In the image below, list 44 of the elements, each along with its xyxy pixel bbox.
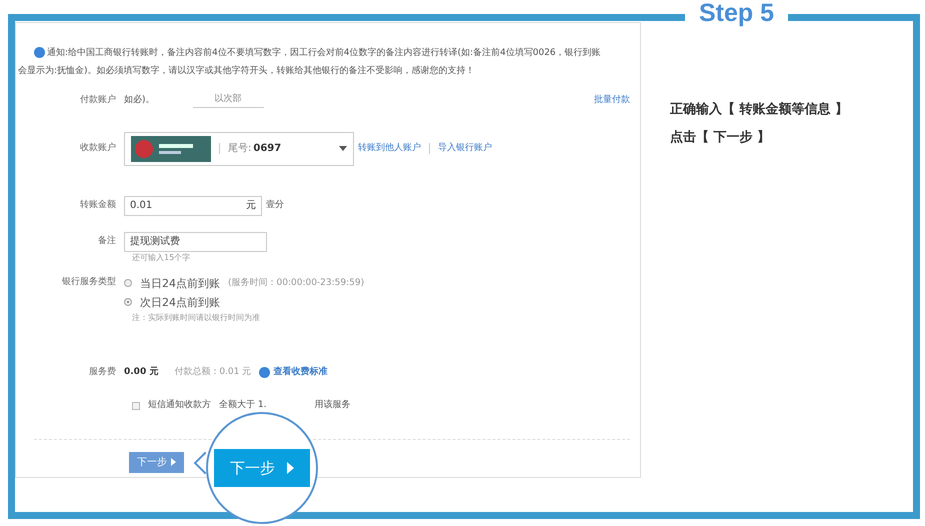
tail-number-label: 尾号:: [228, 142, 252, 156]
magnified-next-button[interactable]: 下一步: [214, 448, 310, 488]
amount-field[interactable]: 0.01 元: [124, 196, 262, 216]
sms-condition-text: 全额大于 1.: [219, 399, 266, 412]
radio-button[interactable]: [124, 279, 132, 287]
service-time-text: (服务时间：00:00:00-23:59:59): [228, 276, 364, 290]
info-icon: [34, 47, 45, 58]
remark-field[interactable]: 提现测试费: [124, 232, 267, 252]
caret-icon: [287, 462, 294, 474]
bank-logo-icon: [131, 136, 211, 162]
tail-number: 0697: [253, 142, 282, 156]
amount-in-words: 壹分: [266, 198, 284, 212]
transfer-link[interactable]: 转账到他人账户: [358, 142, 421, 156]
radio-label: 次日24点前到账: [140, 294, 220, 310]
sms-label: 短信通知收款方: [148, 399, 211, 412]
payer-hint: 以次部: [192, 93, 264, 108]
caret-icon: [171, 458, 176, 466]
field-label: 付款账户: [79, 94, 117, 106]
field-label: 备注: [97, 234, 117, 248]
instruction-text: 正确输入【 转账金额等信息 】: [670, 100, 848, 119]
payer-value: 如必)。: [124, 94, 155, 106]
payee-account-select[interactable]: 尾号: 0697: [124, 132, 354, 166]
import-link[interactable]: 导入银行账户: [438, 142, 492, 156]
radio-button[interactable]: [124, 298, 132, 306]
radio-label: 当日24点前到账: [140, 276, 220, 292]
info-icon: [259, 366, 270, 378]
total-label: 付款总额：: [174, 366, 220, 378]
field-label: 服务费: [88, 366, 117, 378]
notice-text: 会显示为:抚恤金)。如必须填写数字，请以汉字或其他字符开头，转账给其他银行的备注不受影响，感谢您的支持！: [18, 64, 476, 78]
remark-hint: 还可输入15个字: [132, 252, 192, 264]
field-label: 收款账户: [79, 142, 117, 155]
service-note: 注：实际到账时间请以银行时间为准: [132, 312, 261, 324]
batch-payment-link[interactable]: 批量付款: [594, 94, 630, 107]
instruction-text: 点击【 下一步 】: [670, 129, 772, 147]
total-value: 0.01 元: [219, 366, 252, 378]
sms-checkbox[interactable]: [132, 402, 140, 410]
dropdown-caret-icon: [339, 146, 347, 151]
notice-text: 通知:给中国工商银行转账时，备注内容前4位不要填写数字，因工行会对前4位数字的备注内容进行转译(如:备注前4位填写0026，银行到账: [47, 46, 601, 60]
fee-standard-link[interactable]: 查看收费标准: [273, 366, 328, 379]
sms-condition-text: 用该服务: [314, 399, 350, 412]
field-label: 银行服务类型: [61, 276, 117, 288]
field-label: 转账金额: [79, 198, 117, 212]
next-button[interactable]: 下一步: [129, 452, 184, 472]
service-fee-value: 0.00 元: [124, 366, 158, 378]
